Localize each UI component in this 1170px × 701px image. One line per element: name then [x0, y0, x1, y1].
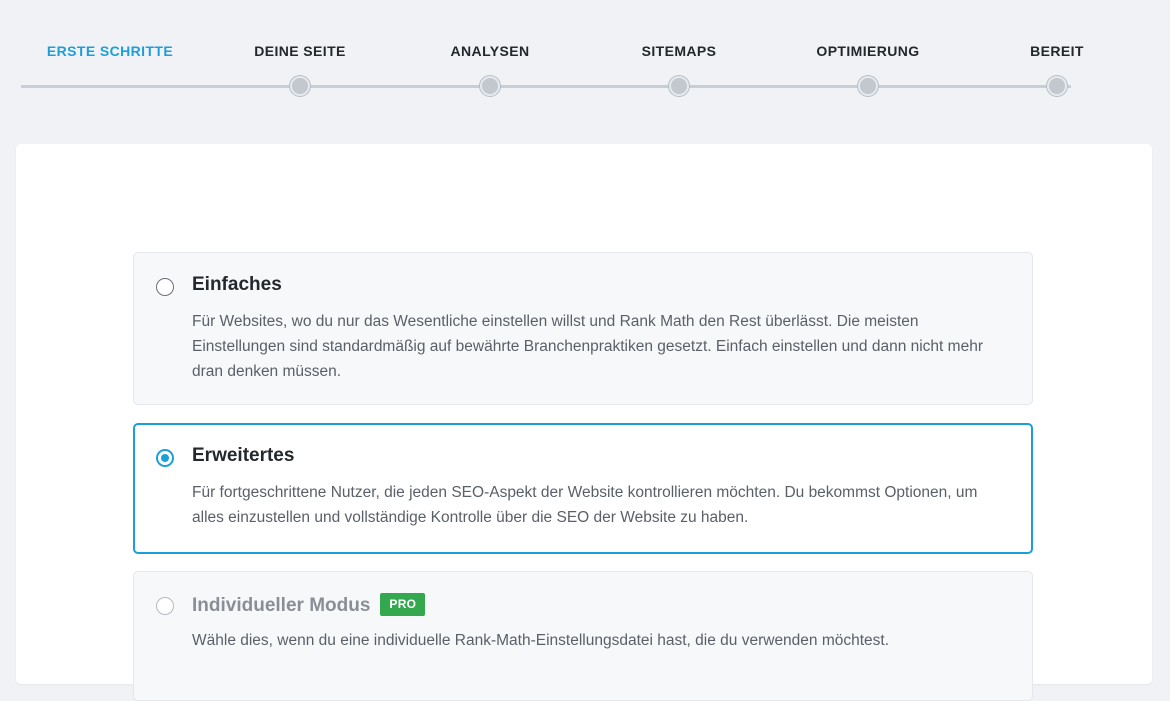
radio-button[interactable] — [156, 278, 174, 296]
step-dot-icon — [290, 76, 310, 96]
option-description: Für Websites, wo du nur das Wesentliche … — [192, 313, 983, 380]
option-title-row: Individueller Modus PRO — [192, 593, 426, 617]
step-dot-icon — [1047, 76, 1067, 96]
step-label: DEINE SEITE — [254, 43, 346, 59]
option-title: Erweitertes — [192, 445, 295, 466]
option-description: Wähle dies, wenn du eine individuelle Ra… — [192, 632, 890, 649]
radio-button-disabled[interactable] — [156, 597, 174, 615]
stepper-progress-line — [21, 85, 1071, 88]
step-label: ERSTE SCHRITTE — [46, 43, 174, 59]
setup-wizard-stepper: ERSTE SCHRITTE DEINE SEITE ANALYSEN SITE… — [0, 0, 1170, 110]
mode-option-individueller-modus[interactable]: Individueller Modus PRO Wähle dies, wenn … — [133, 571, 1033, 701]
option-description: Für fortgeschrittene Nutzer, die jeden S… — [192, 484, 978, 526]
radio-button-selected[interactable] — [156, 449, 174, 467]
pro-badge: PRO — [380, 593, 426, 616]
step-label: BEREIT — [1030, 43, 1084, 59]
step-label: SITEMAPS — [641, 43, 717, 59]
mode-option-einfaches[interactable]: Einfaches Für Websites, wo du nur das We… — [133, 252, 1033, 405]
step-dot-icon — [480, 76, 500, 96]
option-title: Individueller Modus — [192, 595, 371, 616]
mode-option-erweitertes[interactable]: Erweitertes Für fortgeschrittene Nutzer,… — [133, 423, 1033, 554]
step-label: ANALYSEN — [450, 43, 530, 59]
step-dot-icon — [858, 76, 878, 96]
step-label: OPTIMIERUNG — [816, 43, 920, 59]
option-title: Einfaches — [192, 274, 282, 295]
setup-mode-card: Einfaches Für Websites, wo du nur das We… — [16, 144, 1152, 701]
step-dot-icon — [669, 76, 689, 96]
